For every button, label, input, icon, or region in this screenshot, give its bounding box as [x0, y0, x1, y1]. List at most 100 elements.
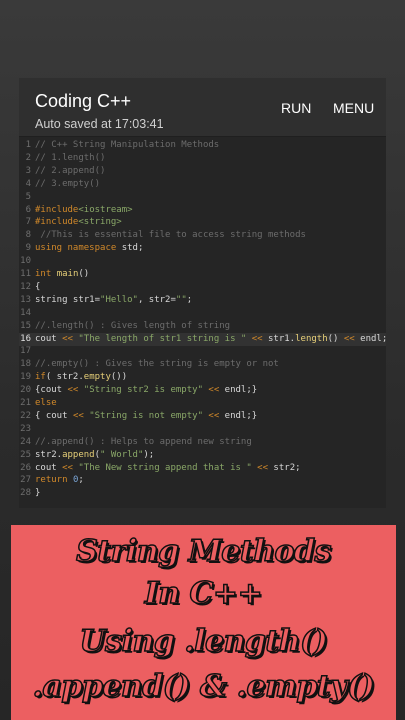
code-line[interactable]: 8 //This is essential file to access str…	[19, 229, 386, 242]
line-number: 6	[25, 204, 31, 215]
code-line[interactable]: 11 int main()	[19, 268, 386, 281]
code-token: ( str2.	[45, 372, 84, 383]
code-token: #include	[35, 204, 79, 215]
code-token: else	[35, 398, 57, 408]
code-token: {cout	[35, 385, 68, 396]
line-number: 10	[20, 256, 31, 267]
line-number: 24	[20, 436, 31, 447]
banner-line-1: String Methods	[75, 533, 332, 570]
line-number: 21	[20, 398, 31, 408]
line-number: 5	[25, 191, 31, 202]
autosave-status: Auto saved at 17:03:41	[35, 117, 164, 131]
code-line[interactable]: 27 return 0;	[19, 474, 386, 487]
code-line[interactable]: 4 // 3.empty()	[19, 178, 386, 191]
code-line[interactable]: 14	[19, 307, 386, 320]
code-token: #include	[35, 217, 79, 228]
app-header: Coding C++ Auto saved at 17:03:41 RUN ME…	[19, 78, 386, 137]
code-token: //This is essential file to access strin…	[35, 230, 306, 241]
code-line[interactable]: 13 string str1="Hello", str2="";	[19, 294, 386, 307]
code-token: // 3.empty()	[35, 178, 101, 189]
line-number: 26	[20, 462, 31, 473]
title-banner: String Methods In C++ Using .length() .a…	[11, 525, 396, 720]
code-text: using namespace std;	[35, 242, 143, 255]
code-token: cout	[35, 333, 63, 344]
line-number: 7	[25, 217, 31, 228]
code-line[interactable]: 16 cout << "The length of str1 string is …	[19, 332, 386, 346]
code-line[interactable]: 19 if( str2.empty())	[19, 371, 386, 384]
code-token: // 1.length()	[35, 152, 106, 163]
code-line[interactable]: 26 cout << "The New string append that is…	[19, 462, 386, 475]
line-number: 19	[20, 372, 31, 383]
code-token: <<	[208, 410, 220, 421]
code-text: {cout << "String str2 is empty" << endl;…	[35, 384, 257, 397]
line-number: 23	[20, 423, 31, 434]
line-number: 16	[20, 333, 31, 344]
code-token: <string>	[78, 217, 122, 228]
code-line[interactable]: 21 else	[19, 397, 386, 410]
code-text: // 2.append()	[35, 165, 105, 178]
code-token: str2;	[268, 462, 301, 473]
code-text: cout << "The New string append that is "…	[35, 462, 301, 475]
code-token: // 2.append()	[35, 165, 106, 176]
code-line[interactable]: 18 //.empty() : Gives the string is empty…	[19, 358, 386, 371]
code-token: "Hello"	[100, 294, 138, 305]
code-token: return	[35, 475, 68, 486]
code-token: endl;}	[219, 410, 258, 421]
code-line[interactable]: 2 // 1.length()	[19, 152, 386, 165]
code-text: cout << "The length of str1 string is " …	[35, 333, 386, 346]
code-token: ;	[78, 475, 84, 486]
code-token: empty	[83, 372, 111, 383]
code-line[interactable]: 24 //.append() : Helps to append new stri…	[19, 436, 386, 449]
menu-button[interactable]: MENU	[333, 100, 374, 116]
code-line[interactable]: 6 #include<iostream>	[19, 204, 386, 217]
code-token: "The New string append that is "	[72, 462, 258, 473]
code-line[interactable]: 22 { cout << "String is not empty" << end…	[19, 410, 386, 423]
code-token: ()	[78, 269, 90, 279]
code-line[interactable]: 9 using namespace std;	[19, 242, 386, 255]
code-line[interactable]: 20 {cout << "String str2 is empty" << end…	[19, 384, 386, 397]
code-token: <<	[72, 410, 84, 421]
code-token: string str1=	[35, 294, 101, 305]
code-editor[interactable]: 1 // C++ String Manipulation Methods 2 // 1…	[19, 137, 386, 508]
code-line[interactable]: 12 {	[19, 281, 386, 294]
line-number: 17	[20, 346, 31, 357]
code-line[interactable]: 25 str2.append(" World");	[19, 449, 386, 462]
code-line[interactable]: 28}	[19, 487, 386, 500]
code-text: if( str2.empty())	[35, 371, 127, 384]
code-token: std;	[116, 243, 144, 254]
code-token: " World"	[100, 449, 144, 460]
code-token: endl;}	[219, 385, 258, 396]
line-number: 9	[25, 243, 31, 254]
code-token: ())	[110, 372, 128, 383]
code-token: { cout	[35, 410, 73, 421]
code-line[interactable]: 1 // C++ String Manipulation Methods	[19, 139, 386, 152]
code-line[interactable]: 7 #include<string>	[19, 216, 386, 229]
code-token: <<	[257, 462, 269, 473]
code-token: //.append() : Helps to append new string	[35, 436, 252, 447]
banner-line-3: Using .length()	[79, 623, 329, 660]
code-token: );	[143, 449, 155, 460]
code-line[interactable]: 10	[19, 255, 386, 268]
line-number: 3	[25, 165, 31, 176]
code-text: //This is essential file to access strin…	[35, 229, 306, 242]
line-number: 11	[20, 269, 31, 279]
code-line[interactable]: 23	[19, 423, 386, 436]
run-button[interactable]: RUN	[281, 100, 311, 116]
code-line[interactable]: 17	[19, 345, 386, 358]
code-text: // 3.empty()	[35, 178, 100, 191]
code-text: // 1.length()	[35, 152, 105, 165]
code-token: str2.	[35, 449, 63, 460]
code-token: "String str2 is empty"	[78, 385, 209, 396]
line-number: 12	[20, 281, 31, 292]
code-line[interactable]: 15 //.length() : Gives length of string	[19, 320, 386, 333]
code-text: //.append() : Helps to append new string	[35, 436, 252, 449]
code-token: length	[295, 333, 328, 344]
code-line[interactable]: 5	[19, 191, 386, 204]
code-line[interactable]: 3 // 2.append()	[19, 165, 386, 178]
app-title: Coding C++	[35, 91, 132, 111]
code-text: { cout << "String is not empty" << endl;…	[35, 410, 257, 423]
code-token: main	[56, 269, 79, 279]
code-token: "The length of str1 string is "	[72, 333, 252, 344]
code-token: endl;	[354, 333, 386, 344]
line-number: 4	[25, 178, 31, 189]
